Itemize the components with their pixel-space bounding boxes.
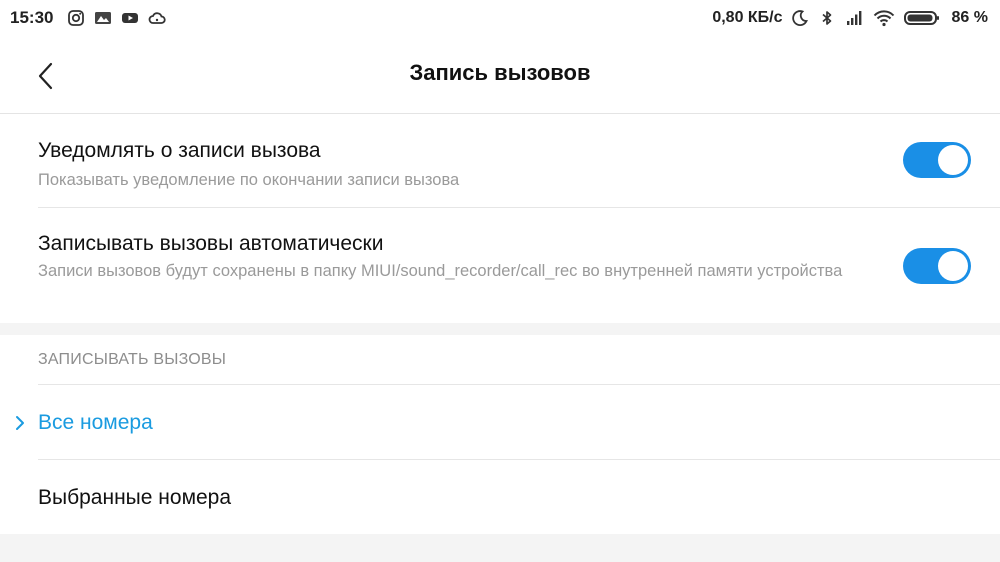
- option-all-numbers[interactable]: Все номера: [0, 386, 1000, 460]
- toggle-knob: [938, 145, 968, 175]
- option-selected-numbers[interactable]: Выбранные номера: [0, 460, 1000, 534]
- bluetooth-icon: [816, 9, 838, 27]
- setting-auto-record[interactable]: Записывать вызовы автоматически Записи в…: [0, 208, 1000, 323]
- section-header-record-calls: ЗАПИСЫВАТЬ ВЫЗОВЫ: [38, 351, 227, 368]
- network-speed: 0,80 КБ/с: [712, 9, 783, 26]
- setting-title: Записывать вызовы автоматически: [38, 232, 384, 255]
- status-bar-left: 15:30: [10, 8, 173, 28]
- cloud-icon: [146, 9, 168, 27]
- moon-icon: [789, 9, 811, 27]
- status-bar: 15:30 0,80 КБ/с 86 %: [0, 0, 1000, 36]
- battery-percent: 86 %: [951, 9, 988, 26]
- app-header: Запись вызовов: [0, 36, 1000, 114]
- clock: 15:30: [10, 8, 54, 27]
- status-bar-right: 0,80 КБ/с 86 %: [712, 9, 988, 27]
- page-title: Запись вызовов: [409, 60, 591, 85]
- section-separator: [0, 323, 1000, 335]
- option-label: Выбранные номера: [38, 486, 232, 509]
- notify-recording-toggle[interactable]: [903, 142, 971, 178]
- setting-subtitle: Записи вызовов будут сохранены в папку M…: [38, 262, 843, 280]
- setting-title: Уведомлять о записи вызова: [38, 139, 321, 162]
- battery-icon: [903, 9, 941, 27]
- setting-subtitle: Показывать уведомление по окончании запи…: [38, 171, 460, 189]
- auto-record-toggle[interactable]: [903, 248, 971, 284]
- setting-notify-recording[interactable]: Уведомлять о записи вызова Показывать ув…: [0, 115, 1000, 208]
- chevron-right-icon: [16, 416, 24, 430]
- instagram-icon: [65, 9, 87, 27]
- gallery-icon: [92, 9, 114, 27]
- divider: [38, 384, 1000, 385]
- option-label: Все номера: [38, 411, 153, 434]
- signal-icon: [843, 9, 865, 27]
- youtube-icon: [119, 9, 141, 27]
- toggle-knob: [938, 251, 968, 281]
- bottom-band: [0, 534, 1000, 562]
- wifi-icon: [870, 9, 898, 27]
